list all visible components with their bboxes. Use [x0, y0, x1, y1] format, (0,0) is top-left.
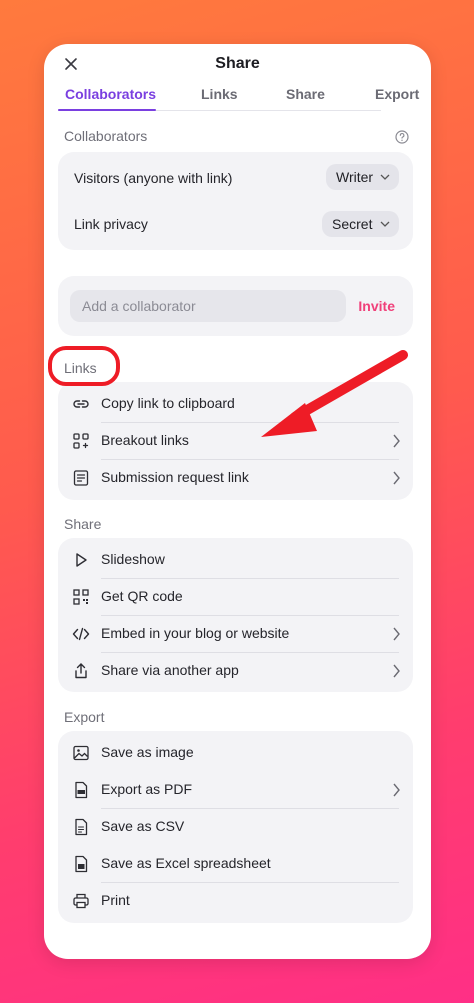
red-arrow-annotation-icon	[261, 350, 408, 437]
embed-label: Embed in your blog or website	[101, 625, 290, 641]
print-label: Print	[101, 892, 130, 908]
breakout-grid-icon	[73, 433, 89, 449]
active-tab-indicator	[58, 109, 156, 111]
save-image-label: Save as image	[101, 744, 194, 760]
submission-request-label: Submission request link	[101, 469, 249, 485]
share-heading: Share	[64, 516, 102, 532]
qr-code-label: Get QR code	[101, 588, 183, 604]
add-collaborator-card: Add a collaborator Invite	[58, 276, 413, 336]
chevron-down-icon	[380, 221, 390, 227]
copy-link-label: Copy link to clipboard	[101, 395, 235, 411]
image-icon	[73, 745, 89, 761]
slideshow-item[interactable]: Slideshow	[58, 541, 413, 578]
link-privacy-select[interactable]: Secret	[322, 211, 399, 237]
chevron-down-icon	[380, 174, 390, 180]
tab-share[interactable]: Share	[286, 86, 325, 102]
embed-item[interactable]: Embed in your blog or website	[58, 615, 413, 652]
spreadsheet-file-icon	[75, 855, 88, 873]
link-icon	[73, 400, 89, 408]
save-csv-item[interactable]: Save as CSV	[58, 808, 413, 845]
qr-code-item[interactable]: Get QR code	[58, 578, 413, 615]
print-item[interactable]: Print	[58, 882, 413, 919]
submission-request-item[interactable]: Submission request link	[58, 459, 413, 496]
chevron-right-icon	[393, 471, 400, 485]
collaborators-heading: Collaborators	[64, 128, 148, 144]
save-excel-label: Save as Excel spreadsheet	[101, 855, 271, 871]
chevron-right-icon	[393, 627, 400, 641]
dialog-title: Share	[215, 55, 260, 72]
share-dialog: Share Collaborators Links Share Export C…	[44, 44, 431, 959]
chevron-right-icon	[393, 783, 400, 797]
slideshow-label: Slideshow	[101, 551, 165, 567]
csv-file-icon	[75, 818, 88, 836]
share-card: Slideshow Get QR code Embed in your blog…	[58, 538, 413, 692]
export-pdf-label: Export as PDF	[101, 781, 193, 797]
qr-code-icon	[73, 589, 89, 605]
tab-collaborators[interactable]: Collaborators	[65, 86, 156, 102]
play-icon	[76, 553, 87, 567]
links-highlight-annotation	[48, 346, 120, 386]
tab-export[interactable]: Export	[375, 86, 419, 102]
save-image-item[interactable]: Save as image	[58, 734, 413, 771]
visitors-permission-value: Writer	[336, 169, 374, 185]
export-pdf-item[interactable]: Export as PDF	[58, 771, 413, 808]
help-icon[interactable]	[395, 130, 409, 144]
share-upload-icon	[75, 663, 87, 679]
share-another-app-label: Share via another app	[101, 662, 239, 678]
tab-links[interactable]: Links	[201, 86, 238, 102]
export-card: Save as image Export as PDF Save as CSV …	[58, 731, 413, 923]
breakout-links-label: Breakout links	[101, 432, 189, 448]
add-collaborator-input[interactable]: Add a collaborator	[70, 290, 346, 322]
code-icon	[72, 627, 90, 641]
visitors-label: Visitors (anyone with link)	[74, 170, 233, 186]
save-csv-label: Save as CSV	[101, 818, 185, 834]
link-privacy-label: Link privacy	[74, 216, 148, 232]
share-another-app-item[interactable]: Share via another app	[58, 652, 413, 689]
submission-form-icon	[73, 470, 89, 486]
collaborators-card: Visitors (anyone with link) Writer Link …	[58, 152, 413, 250]
invite-button[interactable]: Invite	[358, 298, 395, 314]
save-excel-item[interactable]: Save as Excel spreadsheet	[58, 845, 413, 882]
export-heading: Export	[64, 709, 105, 725]
visitors-permission-select[interactable]: Writer	[326, 164, 399, 190]
pdf-file-icon	[75, 781, 88, 799]
link-privacy-value: Secret	[332, 216, 373, 232]
printer-icon	[73, 893, 89, 909]
chevron-right-icon	[393, 664, 400, 678]
